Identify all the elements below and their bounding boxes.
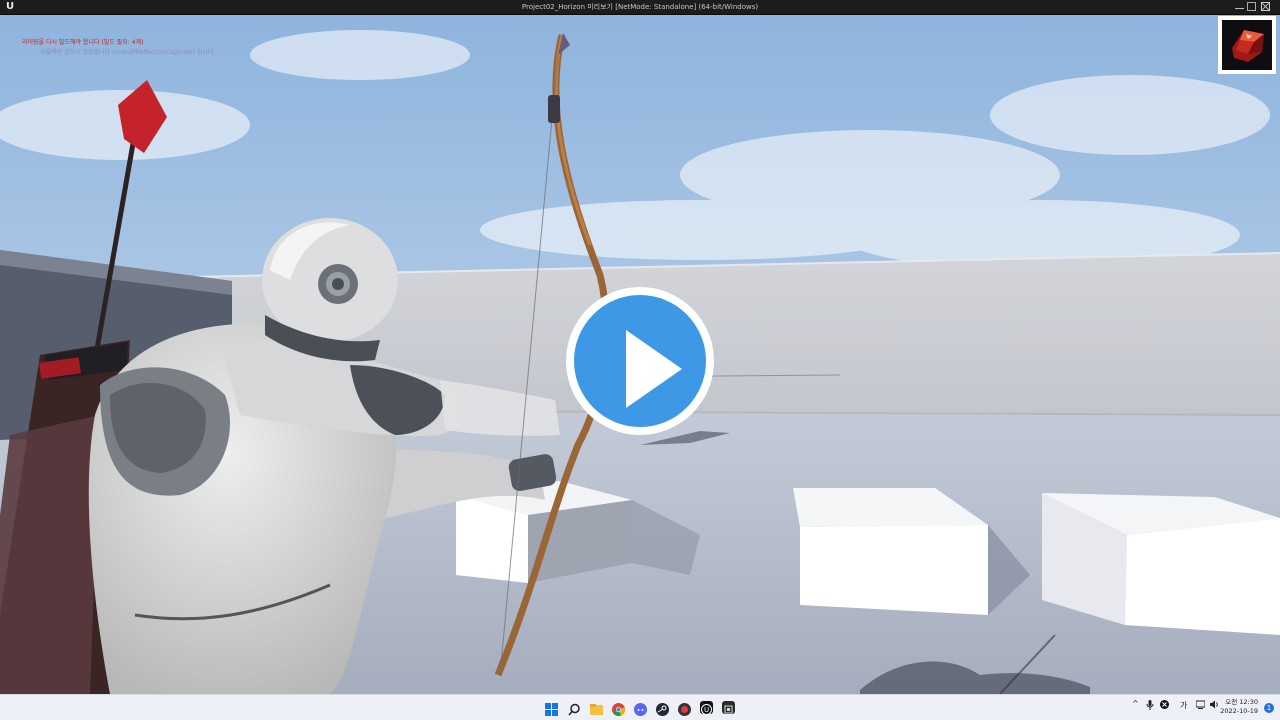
game-viewport[interactable]: 라이팅을 다시 빌드해야 합니다 (빌드 필요: 4개) 리플렉션 캡처가 필요… bbox=[0, 15, 1280, 694]
microphone-icon[interactable] bbox=[1146, 700, 1154, 712]
play-button-circle bbox=[574, 295, 706, 427]
system-clock[interactable]: 오전 12:30 2022-10-19 bbox=[1220, 698, 1258, 716]
steam-icon[interactable] bbox=[656, 701, 669, 716]
search-icon[interactable] bbox=[568, 701, 581, 716]
windows-start-icon[interactable] bbox=[545, 701, 558, 716]
debug-warning-reflection: 리플렉션 캡처가 필요합니다 (UnbuiltReflectionCapture… bbox=[40, 49, 214, 56]
volume-icon[interactable] bbox=[1210, 700, 1219, 711]
item-slot-frame bbox=[1222, 20, 1272, 70]
discord-icon[interactable] bbox=[634, 701, 647, 716]
video-play-button[interactable] bbox=[566, 287, 714, 435]
tray-overflow-icon[interactable]: ^ bbox=[1132, 700, 1139, 708]
debug-warning-lighting: 라이팅을 다시 빌드해야 합니다 (빌드 필요: 4개) bbox=[22, 39, 144, 46]
chrome-icon[interactable] bbox=[612, 701, 625, 716]
svg-text:가: 가 bbox=[1180, 701, 1188, 709]
debug-messages: 라이팅을 다시 빌드해야 합니다 (빌드 필요: 4개) 리플렉션 캡처가 필요… bbox=[22, 38, 213, 58]
app-dark-icon[interactable] bbox=[722, 701, 735, 714]
taskbar: U ^ 가 오전 12:30 2022-10-19 1 bbox=[0, 694, 1280, 720]
ime-icon[interactable]: 가 bbox=[1180, 700, 1188, 711]
window-titlebar: U Project02_Horizon 미리보기 [NetMode: Stand… bbox=[0, 0, 1280, 15]
network-icon[interactable] bbox=[1195, 700, 1206, 711]
file-explorer-icon[interactable] bbox=[590, 701, 603, 715]
clock-date: 2022-10-19 bbox=[1220, 707, 1258, 715]
minimize-button[interactable] bbox=[1235, 2, 1244, 9]
hud-item-slot bbox=[1218, 16, 1276, 74]
maximize-button[interactable] bbox=[1247, 2, 1256, 11]
notification-badge[interactable]: 1 bbox=[1264, 703, 1274, 713]
clock-time: 오전 12:30 bbox=[1225, 698, 1258, 706]
close-button[interactable] bbox=[1261, 2, 1270, 11]
svg-text:U: U bbox=[704, 706, 709, 714]
app-tray-icon[interactable] bbox=[1160, 700, 1169, 711]
unreal-engine-icon[interactable]: U bbox=[700, 701, 713, 715]
window-title: Project02_Horizon 미리보기 [NetMode: Standal… bbox=[521, 3, 759, 11]
app-red-icon[interactable] bbox=[678, 701, 691, 716]
red-crystal-icon bbox=[1232, 30, 1264, 62]
play-icon bbox=[626, 330, 682, 408]
